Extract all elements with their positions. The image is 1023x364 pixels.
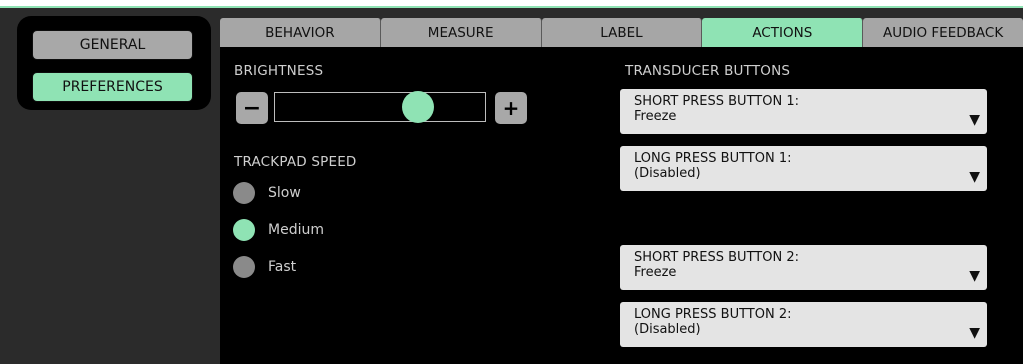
tab-behavior[interactable]: BEHAVIOR: [220, 18, 381, 47]
brightness-increase-button[interactable]: +: [495, 92, 527, 124]
trackpad-speed-slow[interactable]: Slow: [233, 182, 301, 204]
trackpad-speed-medium[interactable]: Medium: [233, 219, 324, 241]
tab-audio-feedback[interactable]: AUDIO FEEDBACK: [863, 18, 1023, 47]
radio-label: Medium: [268, 222, 324, 238]
tab-bar: BEHAVIOR MEASURE LABEL ACTIONS AUDIO FEE…: [220, 18, 1023, 47]
general-button[interactable]: GENERAL: [32, 30, 193, 60]
top-accent-line: [0, 6, 1023, 8]
short-press-button-2-dropdown[interactable]: SHORT PRESS BUTTON 2: Freeze ▼: [620, 245, 987, 290]
dropdown-value: (Disabled): [634, 166, 701, 181]
dropdown-title: LONG PRESS BUTTON 1:: [634, 151, 792, 166]
long-press-button-2-dropdown[interactable]: LONG PRESS BUTTON 2: (Disabled) ▼: [620, 302, 987, 347]
long-press-button-1-dropdown[interactable]: LONG PRESS BUTTON 1: (Disabled) ▼: [620, 146, 987, 191]
tab-measure[interactable]: MEASURE: [380, 18, 542, 47]
radio-label: Fast: [268, 259, 297, 275]
dropdown-value: (Disabled): [634, 322, 701, 337]
caret-down-icon: ▼: [969, 268, 980, 284]
radio-label: Slow: [268, 185, 301, 201]
dropdown-title: SHORT PRESS BUTTON 1:: [634, 94, 799, 109]
radio-dot: [233, 219, 255, 241]
tab-actions[interactable]: ACTIONS: [702, 18, 864, 47]
trackpad-speed-label: TRACKPAD SPEED: [234, 154, 357, 170]
caret-down-icon: ▼: [969, 169, 980, 185]
radio-dot: [233, 256, 255, 278]
dropdown-value: Freeze: [634, 109, 677, 124]
tab-label[interactable]: LABEL: [541, 18, 703, 47]
brightness-label: BRIGHTNESS: [234, 63, 324, 79]
caret-down-icon: ▼: [969, 325, 980, 341]
short-press-button-1-dropdown[interactable]: SHORT PRESS BUTTON 1: Freeze ▼: [620, 89, 987, 134]
side-menu: GENERAL PREFERENCES: [17, 16, 211, 110]
trackpad-speed-fast[interactable]: Fast: [233, 256, 296, 278]
brightness-decrease-button[interactable]: −: [236, 92, 268, 124]
preferences-button[interactable]: PREFERENCES: [32, 72, 193, 102]
transducer-buttons-label: TRANSDUCER BUTTONS: [625, 63, 791, 79]
caret-down-icon: ▼: [969, 112, 980, 128]
dropdown-value: Freeze: [634, 265, 677, 280]
dropdown-title: LONG PRESS BUTTON 2:: [634, 307, 792, 322]
radio-dot: [233, 182, 255, 204]
brightness-slider-thumb[interactable]: [401, 91, 434, 123]
dropdown-title: SHORT PRESS BUTTON 2:: [634, 250, 799, 265]
brightness-slider[interactable]: [274, 91, 486, 123]
